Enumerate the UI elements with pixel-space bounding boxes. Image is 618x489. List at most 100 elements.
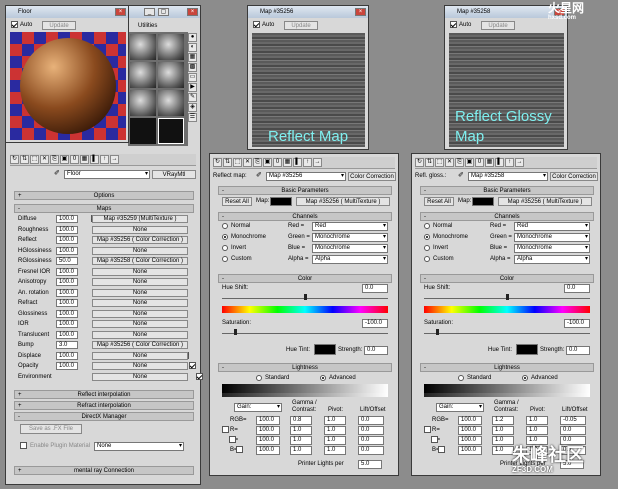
rollout-lightness[interactable]: - Lightness bbox=[218, 363, 392, 372]
get-material-icon[interactable]: ↻ bbox=[213, 158, 222, 167]
map-row-amount[interactable]: 100.0 bbox=[56, 267, 78, 276]
gain-field[interactable]: 100.0 bbox=[256, 416, 280, 425]
map-row-slot-button[interactable]: None bbox=[92, 288, 188, 297]
map-row-amount[interactable]: 100.0 bbox=[56, 330, 78, 339]
map-row-slot-button[interactable]: None bbox=[92, 278, 188, 286]
put-to-scene-icon[interactable]: ⇅ bbox=[223, 158, 232, 167]
channel-mapping-dropdown[interactable]: Red bbox=[514, 222, 590, 231]
channel-mapping-dropdown[interactable]: Alpha bbox=[312, 255, 388, 264]
lift-field[interactable]: 0.0 bbox=[358, 436, 384, 445]
map-row-slot-button[interactable]: None bbox=[92, 246, 188, 255]
map-row-amount[interactable]: 100.0 bbox=[56, 351, 78, 360]
make-preview-icon[interactable]: ▶ bbox=[188, 83, 197, 92]
map-row-slot-button[interactable]: None bbox=[92, 320, 188, 328]
sample-slot[interactable] bbox=[158, 34, 184, 60]
eyedropper-icon[interactable]: ✐ bbox=[54, 169, 63, 178]
get-material-icon[interactable]: ↻ bbox=[10, 155, 19, 164]
map-row-slot-button[interactable]: None bbox=[92, 225, 188, 234]
pivot-field[interactable]: 1.0 bbox=[324, 436, 346, 445]
channel-radio[interactable] bbox=[222, 256, 228, 262]
plugin-material-dropdown[interactable]: None bbox=[94, 442, 184, 451]
map-row-amount[interactable]: 100.0 bbox=[56, 225, 78, 234]
material-type-button[interactable]: VRayMtl bbox=[152, 170, 196, 179]
map-row-slot-button[interactable]: Map #35258 ( Color Correction ) bbox=[92, 257, 188, 265]
material-effects-icon[interactable]: 0 bbox=[475, 158, 484, 167]
make-unique-icon[interactable]: ⎘ bbox=[50, 155, 59, 164]
lift-field[interactable]: 0.0 bbox=[560, 426, 586, 435]
close-button[interactable]: × bbox=[187, 8, 198, 16]
map-name-field[interactable]: Map #35258 bbox=[468, 172, 548, 181]
channel-radio[interactable] bbox=[222, 234, 228, 240]
show-end-result-icon[interactable]: ▌ bbox=[293, 158, 302, 167]
rollout-basic-parameters[interactable]: - Basic Parameters bbox=[420, 186, 594, 195]
rollout-color[interactable]: - Color bbox=[218, 274, 392, 283]
map-row-enable-checkbox[interactable] bbox=[188, 362, 196, 369]
channel-radio[interactable] bbox=[222, 223, 228, 229]
update-button[interactable]: Update bbox=[42, 21, 76, 30]
map-row-slot-button[interactable]: None bbox=[92, 330, 188, 339]
update-button[interactable]: Update bbox=[284, 21, 318, 30]
gamma-field[interactable]: 1.2 bbox=[492, 416, 514, 425]
map-slot-button[interactable]: Map #35256 ( MultiTexture ) bbox=[296, 197, 390, 206]
map-row-amount[interactable]: 100.0 bbox=[56, 215, 78, 223]
go-forward-icon[interactable]: → bbox=[110, 155, 119, 164]
reset-map-icon[interactable]: ✕ bbox=[40, 155, 49, 164]
slider-knob[interactable] bbox=[304, 294, 307, 300]
map-row-slot-button[interactable]: None bbox=[92, 299, 188, 307]
advanced-radio[interactable] bbox=[522, 375, 528, 381]
channel-radio[interactable] bbox=[424, 245, 430, 251]
gain-field[interactable]: 100.0 bbox=[256, 446, 280, 455]
video-check-icon[interactable]: ▭ bbox=[188, 73, 197, 82]
map-name-field[interactable]: Map #35256 bbox=[266, 172, 346, 181]
channel-mapping-dropdown[interactable]: Red bbox=[312, 222, 388, 231]
channel-row-checkbox[interactable] bbox=[236, 446, 243, 453]
map-row-slot-button[interactable]: Map #35259 (MultiTexture ) bbox=[92, 215, 188, 223]
sample-slot[interactable] bbox=[130, 62, 156, 88]
standard-radio[interactable] bbox=[458, 375, 464, 381]
go-forward-icon[interactable]: → bbox=[515, 158, 524, 167]
gamma-field[interactable]: 1.0 bbox=[492, 436, 514, 445]
gain-field[interactable]: 100.0 bbox=[458, 436, 482, 445]
hue-tint-swatch[interactable] bbox=[516, 344, 538, 355]
gain-field[interactable]: 100.0 bbox=[458, 426, 482, 435]
map-swatch[interactable] bbox=[472, 197, 494, 206]
sample-slot[interactable] bbox=[130, 118, 156, 144]
show-end-result-icon[interactable]: ▌ bbox=[90, 155, 99, 164]
get-material-icon[interactable]: ↻ bbox=[415, 158, 424, 167]
standard-radio[interactable] bbox=[256, 375, 262, 381]
sample-slot[interactable] bbox=[130, 34, 156, 60]
channel-mapping-dropdown[interactable]: Monochrome bbox=[514, 244, 590, 253]
map-row-enable-checkbox[interactable] bbox=[195, 372, 203, 380]
map-row-amount[interactable]: 3.0 bbox=[56, 341, 78, 349]
background-icon[interactable]: ▦ bbox=[188, 53, 197, 62]
auto-checkbox[interactable] bbox=[253, 21, 260, 28]
saturation-slider[interactable] bbox=[424, 328, 590, 335]
hue-shift-field[interactable]: 0.0 bbox=[362, 284, 388, 293]
lift-field[interactable]: 0.0 bbox=[358, 416, 384, 425]
hue-shift-slider[interactable] bbox=[424, 293, 590, 300]
slider-knob[interactable] bbox=[506, 294, 509, 300]
channel-radio[interactable] bbox=[424, 256, 430, 262]
rollout-channels[interactable]: - Channels bbox=[420, 212, 594, 221]
channel-row-checkbox[interactable] bbox=[229, 436, 236, 443]
menu-utilities[interactable]: Utilities bbox=[138, 22, 157, 30]
lift-field[interactable]: 0.0 bbox=[358, 446, 384, 455]
map-row-amount[interactable]: 100.0 bbox=[56, 246, 78, 255]
gain-field[interactable]: 100.0 bbox=[256, 426, 280, 435]
reset-map-icon[interactable]: ✕ bbox=[243, 158, 252, 167]
advanced-radio[interactable] bbox=[320, 375, 326, 381]
channel-row-checkbox[interactable] bbox=[222, 426, 229, 433]
material-effects-icon[interactable]: 0 bbox=[70, 155, 79, 164]
sample-type-icon[interactable]: ● bbox=[188, 33, 197, 42]
rollout-directx-manager[interactable]: - DirectX Manager bbox=[14, 412, 194, 421]
show-map-icon[interactable]: ▦ bbox=[283, 158, 292, 167]
go-to-parent-icon[interactable]: ↑ bbox=[303, 158, 312, 167]
channel-mapping-dropdown[interactable]: Alpha bbox=[514, 255, 590, 264]
channel-radio[interactable] bbox=[424, 223, 430, 229]
pivot-field[interactable]: 1.0 bbox=[324, 426, 346, 435]
map-row-slot-button[interactable]: None bbox=[92, 372, 188, 381]
saturation-slider[interactable] bbox=[222, 328, 388, 335]
gamma-field[interactable]: 1.0 bbox=[492, 426, 514, 435]
map-row-amount[interactable]: 100.0 bbox=[56, 320, 78, 328]
pivot-field[interactable]: 1.0 bbox=[324, 416, 346, 425]
